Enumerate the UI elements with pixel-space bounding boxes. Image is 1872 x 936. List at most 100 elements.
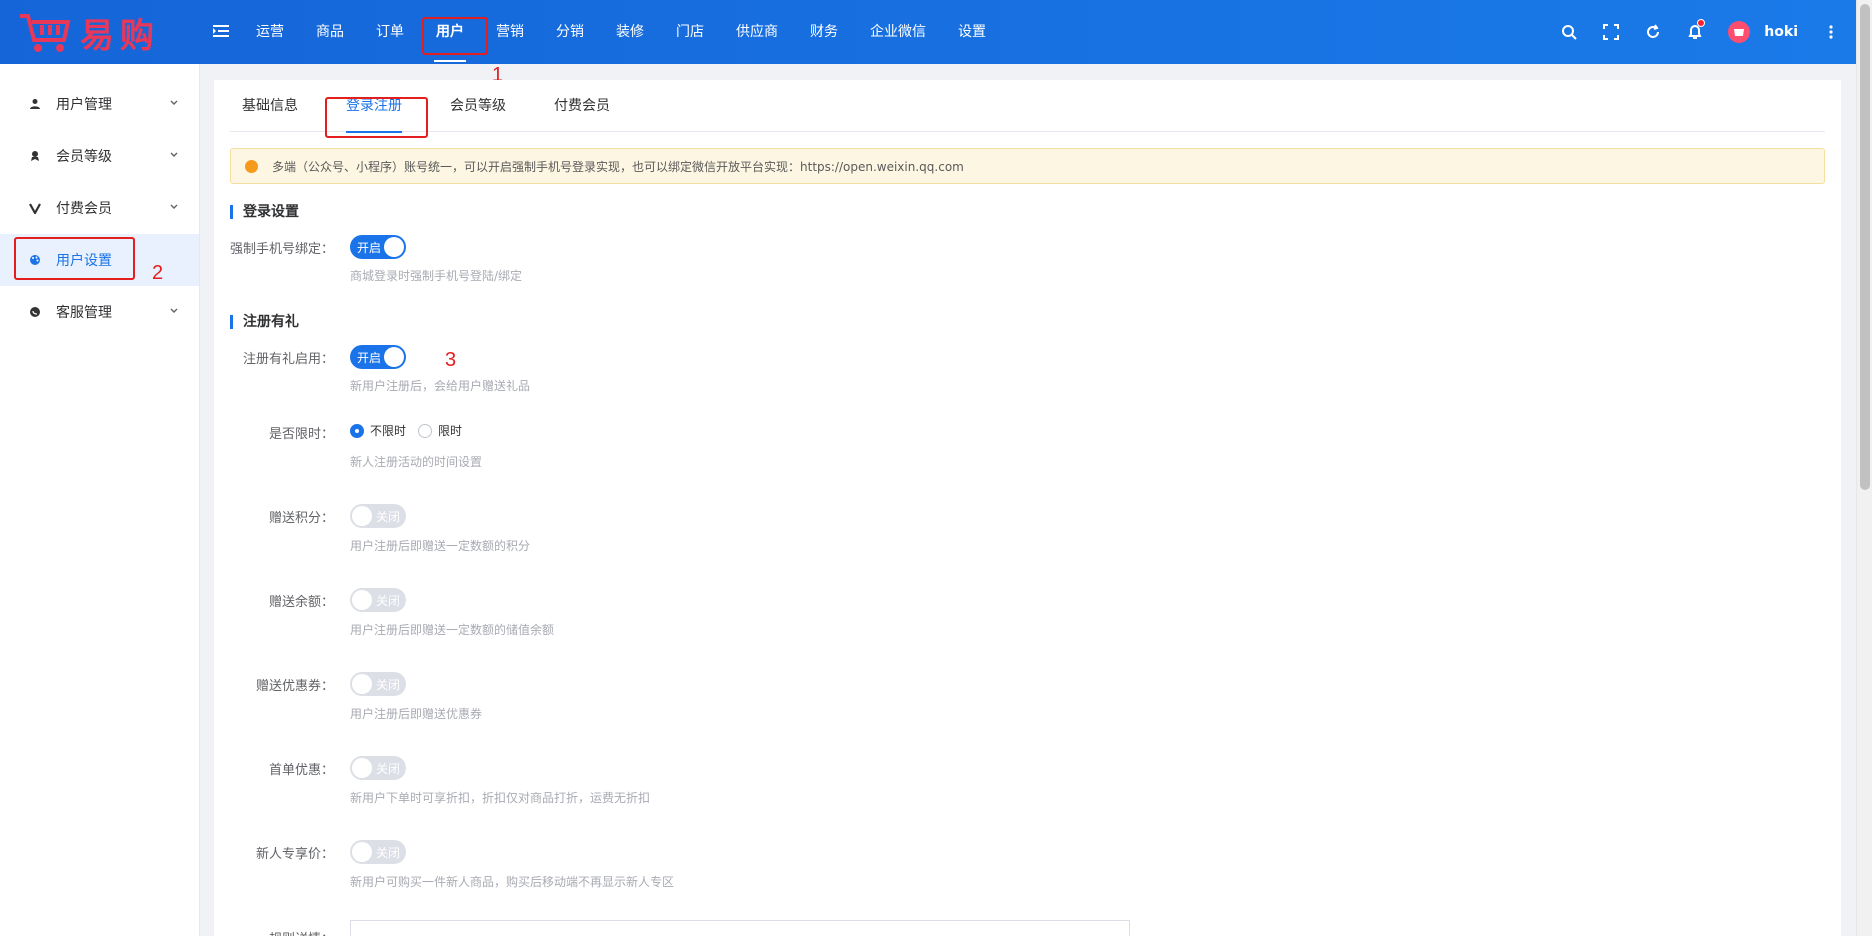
nav-finance[interactable]: 财务: [794, 0, 854, 64]
top-bar: 易购 运营 商品 订单 用户 营销 分销 装修 门店 供应商 财务 企业微信 设…: [0, 0, 1856, 64]
chat-icon: [28, 305, 42, 319]
nav-products[interactable]: 商品: [300, 0, 360, 64]
username[interactable]: hoki: [1764, 24, 1798, 40]
cart-logo-icon: [20, 14, 71, 52]
time-limit-hint: 新人注册活动的时间设置: [350, 455, 483, 469]
user-icon: [28, 97, 42, 111]
switch-text: 关闭: [376, 509, 401, 524]
sidebar-item-customer-service[interactable]: 客服管理: [0, 286, 199, 338]
bell-icon[interactable]: [1684, 19, 1706, 43]
radio-circle: [418, 423, 432, 438]
annotation-2: 2: [152, 262, 164, 284]
section-title-login: 登录设置: [230, 205, 299, 219]
warning-icon: [245, 159, 258, 173]
section-title-register: 注册有礼: [230, 315, 299, 329]
radio-circle: [350, 423, 364, 438]
switch-knob: [352, 506, 372, 526]
switch-text: 关闭: [376, 761, 401, 776]
notice-text: 多端（公众号、小程序）账号统一，可以开启强制手机号登录实现，也可以绑定微信开放平…: [272, 159, 964, 174]
scrollbar-thumb[interactable]: [1860, 4, 1870, 490]
rules-editor[interactable]: [350, 920, 1130, 936]
sidebar-item-label: 会员等级: [56, 149, 112, 165]
settings-tabs: 基础信息 登录注册 会员等级 付费会员: [230, 80, 1825, 133]
chevron-down-icon: [170, 100, 178, 105]
first-order-hint: 新用户下单时可享折扣，折扣仅对商品打折，运费无折扣: [350, 791, 651, 805]
highlight-users-nav: [422, 17, 488, 55]
radio-label: 限时: [438, 424, 463, 438]
rules-label: 规则详情：: [214, 928, 334, 936]
new-price-hint: 新用户可购买一件新人商品，购买后移动端不再显示新人专区: [350, 875, 675, 889]
top-nav: 运营 商品 订单 用户 营销 分销 装修 门店 供应商 财务 企业微信 设置: [240, 0, 1002, 64]
nav-orders[interactable]: 订单: [360, 0, 420, 64]
sidebar-item-user-management[interactable]: 用户管理: [0, 78, 199, 130]
nav-decoration[interactable]: 装修: [600, 0, 660, 64]
coupon-label: 赠送优惠券：: [255, 679, 334, 694]
new-price-switch[interactable]: 关闭: [350, 840, 406, 864]
switch-text: 关闭: [376, 593, 401, 608]
points-switch[interactable]: 关闭: [350, 504, 406, 528]
points-hint: 用户注册后即赠送一定数额的积分: [350, 539, 531, 553]
highlight-user-settings: [14, 237, 135, 280]
nav-settings[interactable]: 设置: [942, 0, 1002, 64]
notice-banner: 多端（公众号、小程序）账号统一，可以开启强制手机号登录实现，也可以绑定微信开放平…: [230, 148, 1825, 184]
vip-icon: [28, 149, 42, 163]
logo[interactable]: 易购: [18, 8, 160, 56]
chevron-down-icon: [170, 308, 178, 313]
sidebar-item-label: 付费会员: [56, 201, 112, 217]
switch-text: 关闭: [376, 845, 401, 860]
more-icon[interactable]: [1820, 21, 1842, 43]
balance-switch[interactable]: 关闭: [350, 588, 406, 612]
radio-unlimited[interactable]: 不限时: [350, 422, 406, 439]
tab-member-level[interactable]: 会员等级: [438, 80, 518, 132]
force-phone-hint: 商城登录时强制手机号登陆/绑定: [350, 269, 523, 283]
force-phone-label: 强制手机号绑定：: [229, 242, 334, 257]
sidebar: 用户管理 会员等级 付费会员 用户设置 客服管理: [0, 64, 200, 936]
time-limit-label: 是否限时：: [268, 427, 334, 442]
switch-text: 开启: [357, 240, 382, 255]
highlight-login-tab: [325, 97, 428, 138]
menu-toggle-icon[interactable]: [212, 22, 230, 40]
tab-paid-member[interactable]: 付费会员: [542, 80, 622, 132]
balance-hint: 用户注册后即赠送一定数额的储值余额: [350, 623, 555, 637]
radio-label: 不限时: [370, 424, 407, 438]
switch-text: 开启: [357, 350, 382, 365]
register-enable-hint: 新用户注册后，会给用户赠送礼品: [350, 379, 531, 393]
annotation-3: 3: [445, 349, 457, 371]
force-phone-switch[interactable]: 开启: [350, 235, 406, 259]
coupon-hint: 用户注册后即赠送优惠券: [350, 707, 483, 721]
nav-stores[interactable]: 门店: [660, 0, 720, 64]
header-actions: hoki: [1548, 0, 1842, 64]
avatar[interactable]: [1728, 21, 1751, 43]
tab-basic-info[interactable]: 基础信息: [230, 80, 310, 132]
new-price-label: 新人专享价：: [255, 847, 334, 862]
nav-marketing[interactable]: 营销: [480, 0, 540, 64]
sidebar-item-label: 客服管理: [56, 305, 112, 321]
balance-label: 赠送余额：: [268, 595, 334, 610]
sidebar-item-member-level[interactable]: 会员等级: [0, 130, 199, 182]
nav-operations[interactable]: 运营: [240, 0, 300, 64]
switch-knob: [352, 674, 372, 694]
brand-name: 易购: [80, 15, 160, 56]
nav-wecom[interactable]: 企业微信: [854, 0, 942, 64]
v-icon: [28, 201, 42, 215]
nav-suppliers[interactable]: 供应商: [720, 0, 794, 64]
switch-knob: [352, 842, 372, 862]
notification-dot: [1697, 19, 1706, 27]
nav-distribution[interactable]: 分销: [540, 0, 600, 64]
chevron-down-icon: [170, 152, 178, 157]
switch-knob: [352, 758, 372, 778]
refresh-icon[interactable]: [1642, 21, 1664, 43]
chevron-down-icon: [170, 204, 178, 209]
search-icon[interactable]: [1558, 21, 1580, 43]
vertical-scrollbar[interactable]: [1856, 0, 1872, 936]
radio-limited[interactable]: 限时: [418, 422, 462, 439]
switch-text: 关闭: [376, 677, 401, 692]
first-order-switch[interactable]: 关闭: [350, 756, 406, 780]
switch-knob: [352, 590, 372, 610]
register-enable-switch[interactable]: 开启: [350, 345, 406, 369]
fullscreen-icon[interactable]: [1600, 21, 1622, 43]
sidebar-item-paid-member[interactable]: 付费会员: [0, 182, 199, 234]
coupon-switch[interactable]: 关闭: [350, 672, 406, 696]
register-enable-label: 注册有礼启用：: [242, 352, 334, 367]
switch-knob: [384, 237, 404, 257]
